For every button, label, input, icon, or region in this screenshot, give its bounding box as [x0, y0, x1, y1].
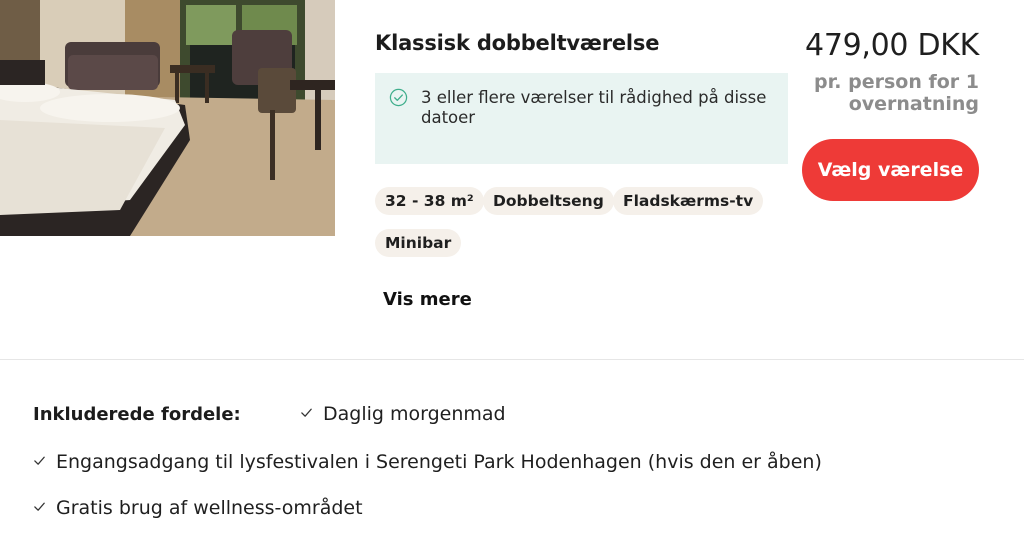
show-more-link[interactable]: Vis mere [383, 289, 472, 310]
feature-chip: Dobbeltseng [483, 187, 614, 215]
included-benefits-label: Inkluderede fordele: [33, 404, 241, 425]
select-room-button[interactable]: Vælg værelse [802, 139, 979, 201]
room-photo[interactable] [0, 0, 335, 236]
benefit-item: Engangsadgang til lysfestivalen i Sereng… [33, 451, 822, 473]
feature-chip: Minibar [375, 229, 462, 257]
availability-notice: 3 eller flere værelser til rådighed på d… [375, 73, 788, 164]
checkmark-icon [301, 408, 312, 417]
benefit-text: Daglig morgenmad [323, 403, 506, 425]
room-photo-illustration [0, 0, 335, 236]
checkmark-icon [34, 456, 45, 465]
price-unit: pr. person for 1 overnatning [814, 71, 979, 115]
room-price: 479,00 DKK [805, 28, 979, 63]
benefit-item: Gratis brug af wellness-området [33, 497, 363, 519]
check-circle-icon [389, 88, 408, 107]
room-title: Klassisk dobbeltværelse [375, 31, 660, 55]
feature-chip: Fladskærms-tv [613, 187, 764, 215]
checkmark-icon [34, 502, 45, 511]
benefit-text: Engangsadgang til lysfestivalen i Sereng… [56, 451, 822, 473]
availability-text: 3 eller flere værelser til rådighed på d… [421, 88, 767, 127]
feature-chip: 32 - 38 m² [375, 187, 484, 215]
benefit-item: Daglig morgenmad [300, 403, 506, 425]
section-divider [0, 359, 1024, 360]
benefit-text: Gratis brug af wellness-området [56, 497, 363, 519]
